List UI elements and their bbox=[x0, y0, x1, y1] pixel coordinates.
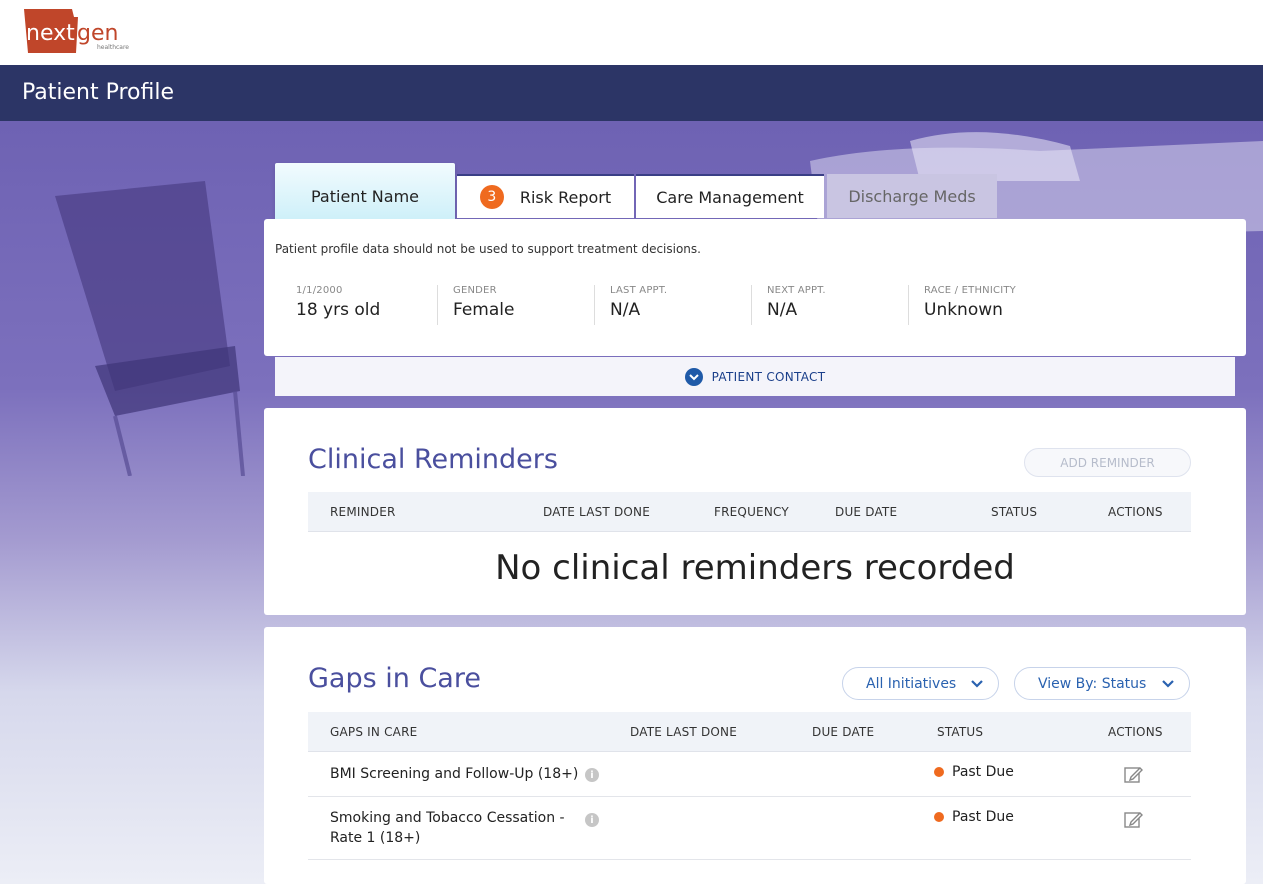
column-header: DUE DATE bbox=[835, 505, 898, 519]
tab-risk-report[interactable]: 3 Risk Report bbox=[457, 174, 634, 218]
column-header: GAPS IN CARE bbox=[330, 725, 418, 739]
patient-profile-card: Patient profile data should not be used … bbox=[264, 219, 1246, 356]
column-header: DATE LAST DONE bbox=[630, 725, 738, 739]
tab-care-management[interactable]: Care Management bbox=[636, 174, 824, 218]
view-by-dropdown-label: View By: Status bbox=[1038, 675, 1147, 692]
last-appt-value: N/A bbox=[610, 300, 641, 320]
table-row[interactable]: Smoking and Tobacco Cessation - Rate 1 (… bbox=[308, 797, 1191, 860]
reminders-table-header: REMINDER DATE LAST DONE FREQUENCY DUE DA… bbox=[308, 492, 1191, 532]
column-header: REMINDER bbox=[330, 505, 396, 519]
patient-contact-label: PATIENT CONTACT bbox=[711, 369, 826, 384]
last-appt-label: LAST APPT. bbox=[610, 285, 668, 296]
risk-count-badge: 3 bbox=[479, 185, 504, 209]
info-icon[interactable]: i bbox=[585, 768, 599, 782]
demographic-race: RACE / ETHNICITY Unknown bbox=[908, 285, 1088, 325]
disclaimer-text: Patient profile data should not be used … bbox=[275, 242, 701, 256]
gaps-in-care-card: Gaps in Care All Initiatives View By: St… bbox=[264, 627, 1246, 884]
tab-discharge-meds[interactable]: Discharge Meds bbox=[827, 174, 997, 218]
chair-illustration bbox=[55, 181, 245, 476]
chevron-down-icon bbox=[971, 680, 983, 688]
gaps-table-header: GAPS IN CARE DATE LAST DONE DUE DATE STA… bbox=[308, 712, 1191, 752]
tab-label: Discharge Meds bbox=[848, 186, 976, 206]
view-by-dropdown[interactable]: View By: Status bbox=[1014, 667, 1190, 700]
empty-reminders-message: No clinical reminders recorded bbox=[495, 548, 1015, 588]
next-appt-value: N/A bbox=[767, 300, 798, 320]
top-bar: next gen healthcare bbox=[0, 0, 1263, 65]
edit-icon[interactable] bbox=[1124, 810, 1144, 828]
dob-label: 1/1/2000 bbox=[296, 285, 343, 296]
initiatives-dropdown[interactable]: All Initiatives bbox=[842, 667, 999, 700]
status-badge: Past Due bbox=[934, 764, 1014, 780]
table-row[interactable]: BMI Screening and Follow-Up (18+) i Past… bbox=[308, 752, 1191, 797]
chevron-down-icon bbox=[1162, 680, 1174, 688]
logo-text-left: next bbox=[26, 21, 75, 46]
info-icon[interactable]: i bbox=[585, 813, 599, 827]
edit-icon[interactable] bbox=[1124, 765, 1144, 783]
gaps-in-care-title: Gaps in Care bbox=[308, 663, 481, 694]
gender-label: GENDER bbox=[453, 285, 497, 296]
column-header: ACTIONS bbox=[1108, 725, 1163, 739]
gap-name-line2: Rate 1 (18+) bbox=[330, 830, 421, 846]
chevron-down-icon bbox=[684, 367, 703, 386]
tab-label: Risk Report bbox=[519, 187, 612, 207]
clinical-reminders-card: Clinical Reminders ADD REMINDER REMINDER… bbox=[264, 408, 1246, 615]
page-title: Patient Profile bbox=[22, 80, 175, 105]
column-header: DUE DATE bbox=[812, 725, 875, 739]
gap-name: BMI Screening and Follow-Up (18+) bbox=[330, 766, 579, 782]
column-header: STATUS bbox=[937, 725, 984, 739]
column-header: ACTIONS bbox=[1108, 505, 1163, 519]
column-header: DATE LAST DONE bbox=[543, 505, 651, 519]
demographic-next-appt: NEXT APPT. N/A bbox=[751, 285, 908, 325]
column-header: STATUS bbox=[991, 505, 1038, 519]
logo-text-right: gen bbox=[77, 21, 118, 46]
status-text: Past Due bbox=[952, 809, 1014, 825]
gap-name: Smoking and Tobacco Cessation - Rate 1 (… bbox=[330, 808, 565, 848]
demographic-gender: GENDER Female bbox=[437, 285, 594, 325]
status-text: Past Due bbox=[952, 764, 1014, 780]
clinical-reminders-title: Clinical Reminders bbox=[308, 444, 558, 475]
demographic-last-appt: LAST APPT. N/A bbox=[594, 285, 751, 325]
gap-name-line1: Smoking and Tobacco Cessation - bbox=[330, 810, 565, 826]
gender-value: Female bbox=[453, 300, 515, 320]
title-bar: Patient Profile bbox=[0, 65, 1263, 121]
status-dot bbox=[934, 767, 944, 777]
demographic-age: 1/1/2000 18 yrs old bbox=[296, 285, 453, 325]
initiatives-dropdown-label: All Initiatives bbox=[866, 675, 957, 692]
race-label: RACE / ETHNICITY bbox=[924, 285, 1016, 296]
tab-label: Care Management bbox=[656, 187, 804, 207]
column-header: FREQUENCY bbox=[714, 505, 789, 519]
status-badge: Past Due bbox=[934, 809, 1014, 825]
patient-contact-toggle[interactable]: PATIENT CONTACT bbox=[275, 357, 1235, 396]
race-value: Unknown bbox=[924, 300, 1003, 320]
nextgen-logo[interactable]: next gen healthcare bbox=[22, 9, 132, 53]
next-appt-label: NEXT APPT. bbox=[767, 285, 826, 296]
age-value: 18 yrs old bbox=[296, 300, 381, 320]
logo-sub: healthcare bbox=[97, 44, 129, 51]
tab-label: Patient Name bbox=[311, 187, 419, 206]
add-reminder-button[interactable]: ADD REMINDER bbox=[1024, 448, 1191, 477]
status-dot bbox=[934, 812, 944, 822]
